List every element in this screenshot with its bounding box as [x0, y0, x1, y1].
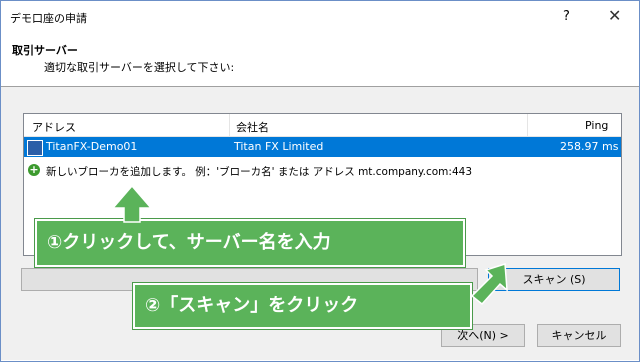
arrow-up-icon	[111, 184, 153, 223]
callout-arrows	[111, 184, 508, 306]
arrow-up-right-icon	[470, 263, 508, 306]
